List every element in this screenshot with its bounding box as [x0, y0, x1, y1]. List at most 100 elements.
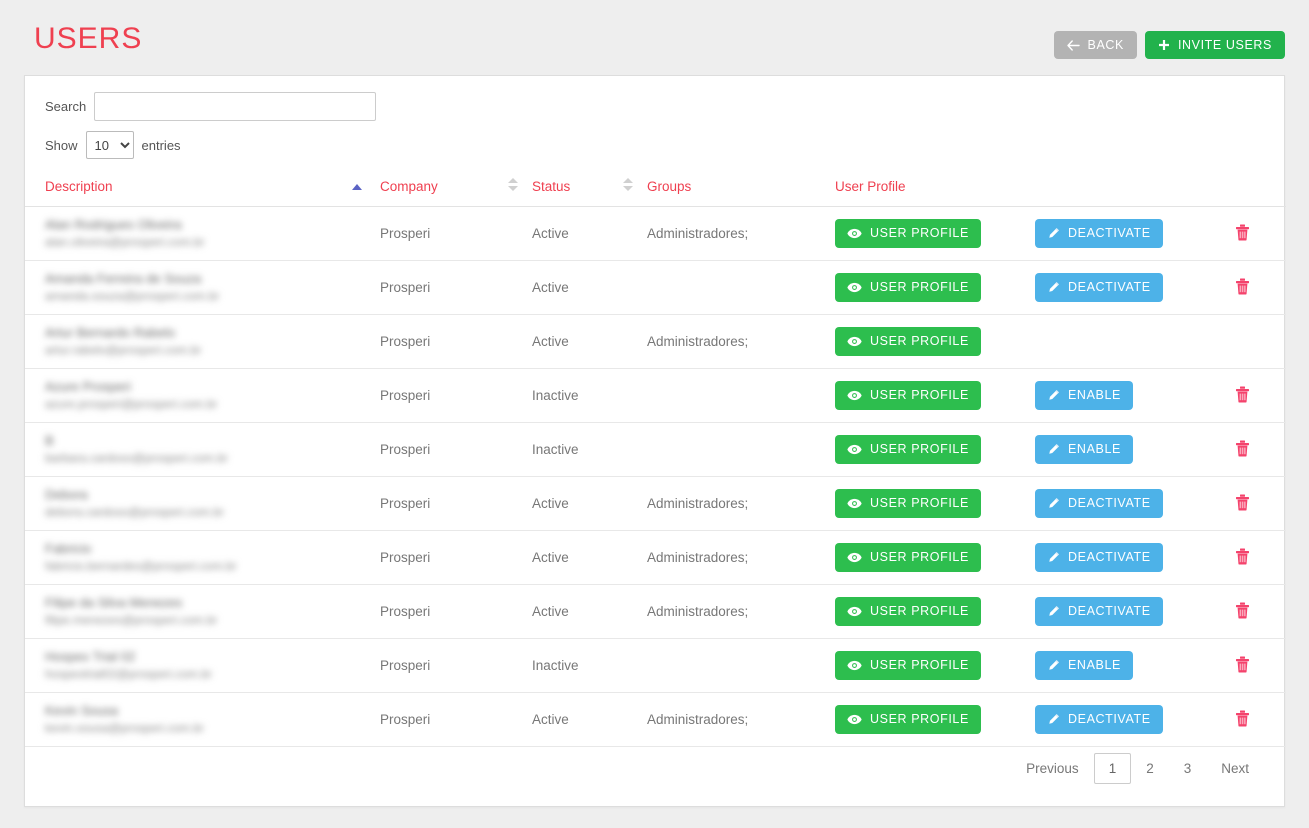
deactivate-button[interactable]: DEACTIVATE	[1035, 489, 1163, 518]
user-email: fabricio.bernardes@prosperi.com.br	[45, 558, 237, 573]
column-header-status[interactable]: Status	[532, 169, 647, 207]
cell-delete	[1235, 530, 1286, 585]
pagination-previous[interactable]: Previous	[1011, 753, 1094, 784]
entries-row: Show 102550100 entries	[45, 131, 1264, 159]
user-name: Artur Bernardo Rabelo	[45, 325, 176, 341]
table-row: Debora debora.cardoso@prosperi.com.br Pros…	[25, 476, 1286, 531]
cell-delete	[1235, 368, 1286, 423]
plus-icon	[1158, 39, 1170, 51]
user-email: amanda.souza@prosperi.com.br	[45, 288, 220, 303]
cell-action: ENABLE	[1035, 368, 1235, 423]
user-email: alan.oliveira@prosperi.com.br	[45, 234, 205, 249]
user-email: azure.prosperi@prosperi.com.br	[45, 396, 218, 411]
invite-users-button[interactable]: INVITE USERS	[1144, 31, 1285, 59]
cell-company: Prosperi	[380, 260, 532, 315]
user-profile-button[interactable]: USER PROFILE	[835, 651, 981, 680]
cell-delete	[1235, 476, 1286, 531]
user-profile-button[interactable]: USER PROFILE	[835, 219, 981, 248]
user-profile-button[interactable]: USER PROFILE	[835, 597, 981, 626]
back-button[interactable]: BACK	[1053, 31, 1137, 59]
user-profile-button-label: USER PROFILE	[870, 712, 969, 727]
table-row: Hospex Trial 02 hospextrial02@prosperi.co…	[25, 638, 1286, 693]
action-button-label: DEACTIVATE	[1068, 550, 1151, 565]
cell-status: Active	[532, 206, 647, 261]
cell-status: Active	[532, 314, 647, 369]
cell-user-profile: USER PROFILE	[835, 422, 1035, 477]
trash-icon	[1235, 548, 1250, 565]
cell-action: DEACTIVATE	[1035, 530, 1235, 585]
cell-description: Kevin Sousa kevin.sousa@prosperi.com.br	[25, 692, 380, 747]
deactivate-button[interactable]: DEACTIVATE	[1035, 705, 1163, 734]
cell-delete	[1235, 638, 1286, 693]
user-profile-button[interactable]: USER PROFILE	[835, 543, 981, 572]
table-row: Azure Prosperi azure.prosperi@prosperi.co…	[25, 368, 1286, 423]
pencil-icon	[1047, 389, 1060, 402]
delete-user-button[interactable]	[1235, 224, 1250, 241]
column-header-status-label: Status	[532, 179, 571, 194]
cell-delete	[1235, 260, 1286, 315]
user-profile-button[interactable]: USER PROFILE	[835, 489, 981, 518]
pagination-next[interactable]: Next	[1206, 753, 1264, 784]
column-header-description-label: Description	[45, 179, 113, 194]
user-profile-button[interactable]: USER PROFILE	[835, 381, 981, 410]
entries-label: entries	[141, 137, 181, 153]
pagination-page-2[interactable]: 2	[1131, 753, 1169, 784]
user-profile-button[interactable]: USER PROFILE	[835, 435, 981, 464]
deactivate-button[interactable]: DEACTIVATE	[1035, 219, 1163, 248]
user-email: debora.cardoso@prosperi.com.br	[45, 504, 224, 519]
table-row: Fabricio fabricio.bernardes@prosperi.com.…	[25, 530, 1286, 585]
column-header-user-profile-label: User Profile	[835, 179, 906, 194]
column-header-company[interactable]: Company	[380, 169, 532, 207]
deactivate-button[interactable]: DEACTIVATE	[1035, 273, 1163, 302]
user-email: barbara.cardoso@prosperi.com.br	[45, 450, 228, 465]
cell-status: Active	[532, 260, 647, 315]
page-header: USERS BACK INVITE USERS	[0, 0, 1309, 75]
delete-user-button[interactable]	[1235, 494, 1250, 511]
show-label: Show	[45, 137, 78, 153]
table-row: Alan Rodrigues Oliveira alan.oliveira@pro…	[25, 206, 1286, 261]
user-profile-button[interactable]: USER PROFILE	[835, 327, 981, 356]
user-profile-button[interactable]: USER PROFILE	[835, 273, 981, 302]
user-name: Filipe da Silva Menezes	[45, 595, 183, 611]
search-input[interactable]	[94, 92, 377, 121]
cell-status: Inactive	[532, 422, 647, 477]
pencil-icon	[1047, 605, 1060, 618]
pagination-page-3[interactable]: 3	[1169, 753, 1207, 784]
action-button-label: DEACTIVATE	[1068, 226, 1151, 241]
table-row: Artur Bernardo Rabelo artur.rabelo@prospe…	[25, 314, 1286, 369]
user-profile-button-label: USER PROFILE	[870, 334, 969, 349]
user-profile-button-label: USER PROFILE	[870, 550, 969, 565]
user-profile-button[interactable]: USER PROFILE	[835, 705, 981, 734]
trash-icon	[1235, 440, 1250, 457]
deactivate-button[interactable]: DEACTIVATE	[1035, 543, 1163, 572]
delete-user-button[interactable]	[1235, 386, 1250, 403]
delete-user-button[interactable]	[1235, 278, 1250, 295]
pencil-icon	[1047, 551, 1060, 564]
delete-user-button[interactable]	[1235, 656, 1250, 673]
delete-user-button[interactable]	[1235, 710, 1250, 727]
delete-user-button[interactable]	[1235, 548, 1250, 565]
pagination-page-1[interactable]: 1	[1093, 753, 1132, 784]
cell-action: ENABLE	[1035, 638, 1235, 693]
eye-icon	[847, 228, 862, 239]
enable-button[interactable]: ENABLE	[1035, 651, 1133, 680]
deactivate-button[interactable]: DEACTIVATE	[1035, 597, 1163, 626]
cell-description: Hospex Trial 02 hospextrial02@prosperi.co…	[25, 638, 380, 693]
entries-per-page-select[interactable]: 102550100	[85, 131, 134, 159]
user-name: Alan Rodrigues Oliveira	[45, 217, 182, 233]
users-table-head: Description Company Status Groups User P…	[25, 169, 1286, 207]
column-header-description[interactable]: Description	[25, 169, 380, 207]
column-header-groups: Groups	[647, 169, 835, 207]
cell-company: Prosperi	[380, 476, 532, 531]
trash-icon	[1235, 602, 1250, 619]
cell-user-profile: USER PROFILE	[835, 584, 1035, 639]
cell-description: Amanda Ferreira de Souza amanda.souza@pro…	[25, 260, 380, 315]
search-label: Search	[45, 99, 87, 114]
delete-user-button[interactable]	[1235, 440, 1250, 457]
cell-status: Inactive	[532, 638, 647, 693]
user-profile-button-label: USER PROFILE	[870, 280, 969, 295]
enable-button[interactable]: ENABLE	[1035, 435, 1133, 464]
delete-user-button[interactable]	[1235, 602, 1250, 619]
enable-button[interactable]: ENABLE	[1035, 381, 1133, 410]
table-row: Kevin Sousa kevin.sousa@prosperi.com.br Pr…	[25, 692, 1286, 747]
